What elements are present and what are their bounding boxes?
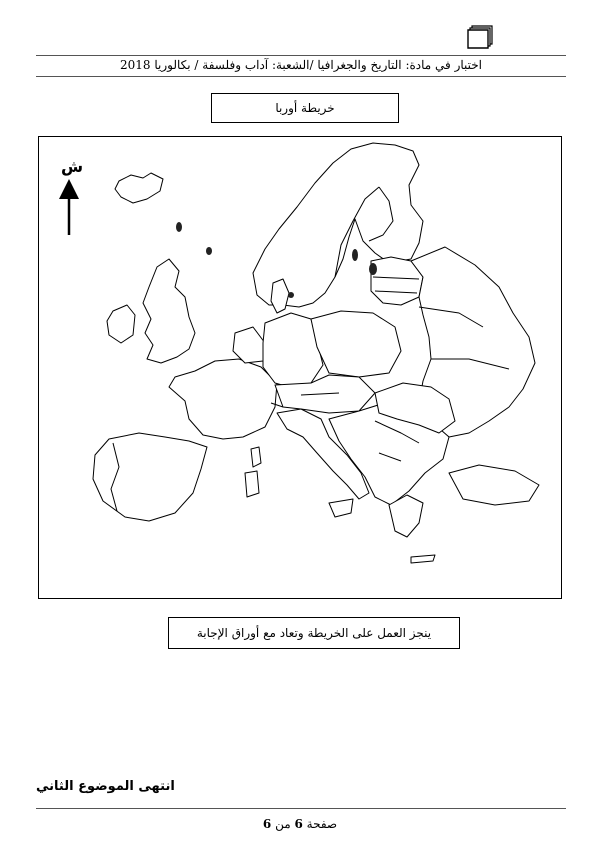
europe-blank-map [59, 142, 540, 564]
faroe-islands [176, 222, 182, 232]
benelux [232, 326, 266, 364]
footer-rule [36, 808, 566, 809]
total-pages: 6 [262, 817, 272, 831]
sardinia [244, 470, 260, 498]
shetland-islands [206, 247, 212, 255]
lake-vanern [352, 249, 358, 261]
page-footer: صفحة 6 من 6 [0, 817, 600, 831]
end-of-subject: انتهى الموضوع الثاني [36, 779, 175, 794]
great-britain [142, 258, 196, 364]
crete [410, 554, 436, 564]
europe-map-frame: ش [38, 136, 562, 599]
corsica [250, 446, 262, 468]
iberian-peninsula [92, 432, 208, 522]
page-number: 6 [294, 817, 303, 831]
header-top-rule [36, 55, 566, 56]
france [168, 358, 278, 440]
ireland [106, 304, 136, 344]
document-logo-icon [467, 25, 493, 49]
map-instruction: ينجز العمل على الخريطة وتعاد مع أوراق ال… [168, 617, 460, 649]
page-word: صفحة [306, 817, 338, 831]
header-bottom-rule [36, 76, 566, 77]
sicily [328, 498, 354, 518]
poland [310, 310, 402, 378]
iceland [114, 172, 164, 204]
exam-header: اختبار في مادة: التاريخ والجغرافيا /الشع… [119, 58, 483, 72]
map-title: خريطة أوربا [211, 93, 399, 123]
of-word: من [275, 817, 291, 831]
turkey [448, 464, 540, 506]
lake-ladoga [369, 263, 377, 275]
bornholm [288, 292, 294, 298]
